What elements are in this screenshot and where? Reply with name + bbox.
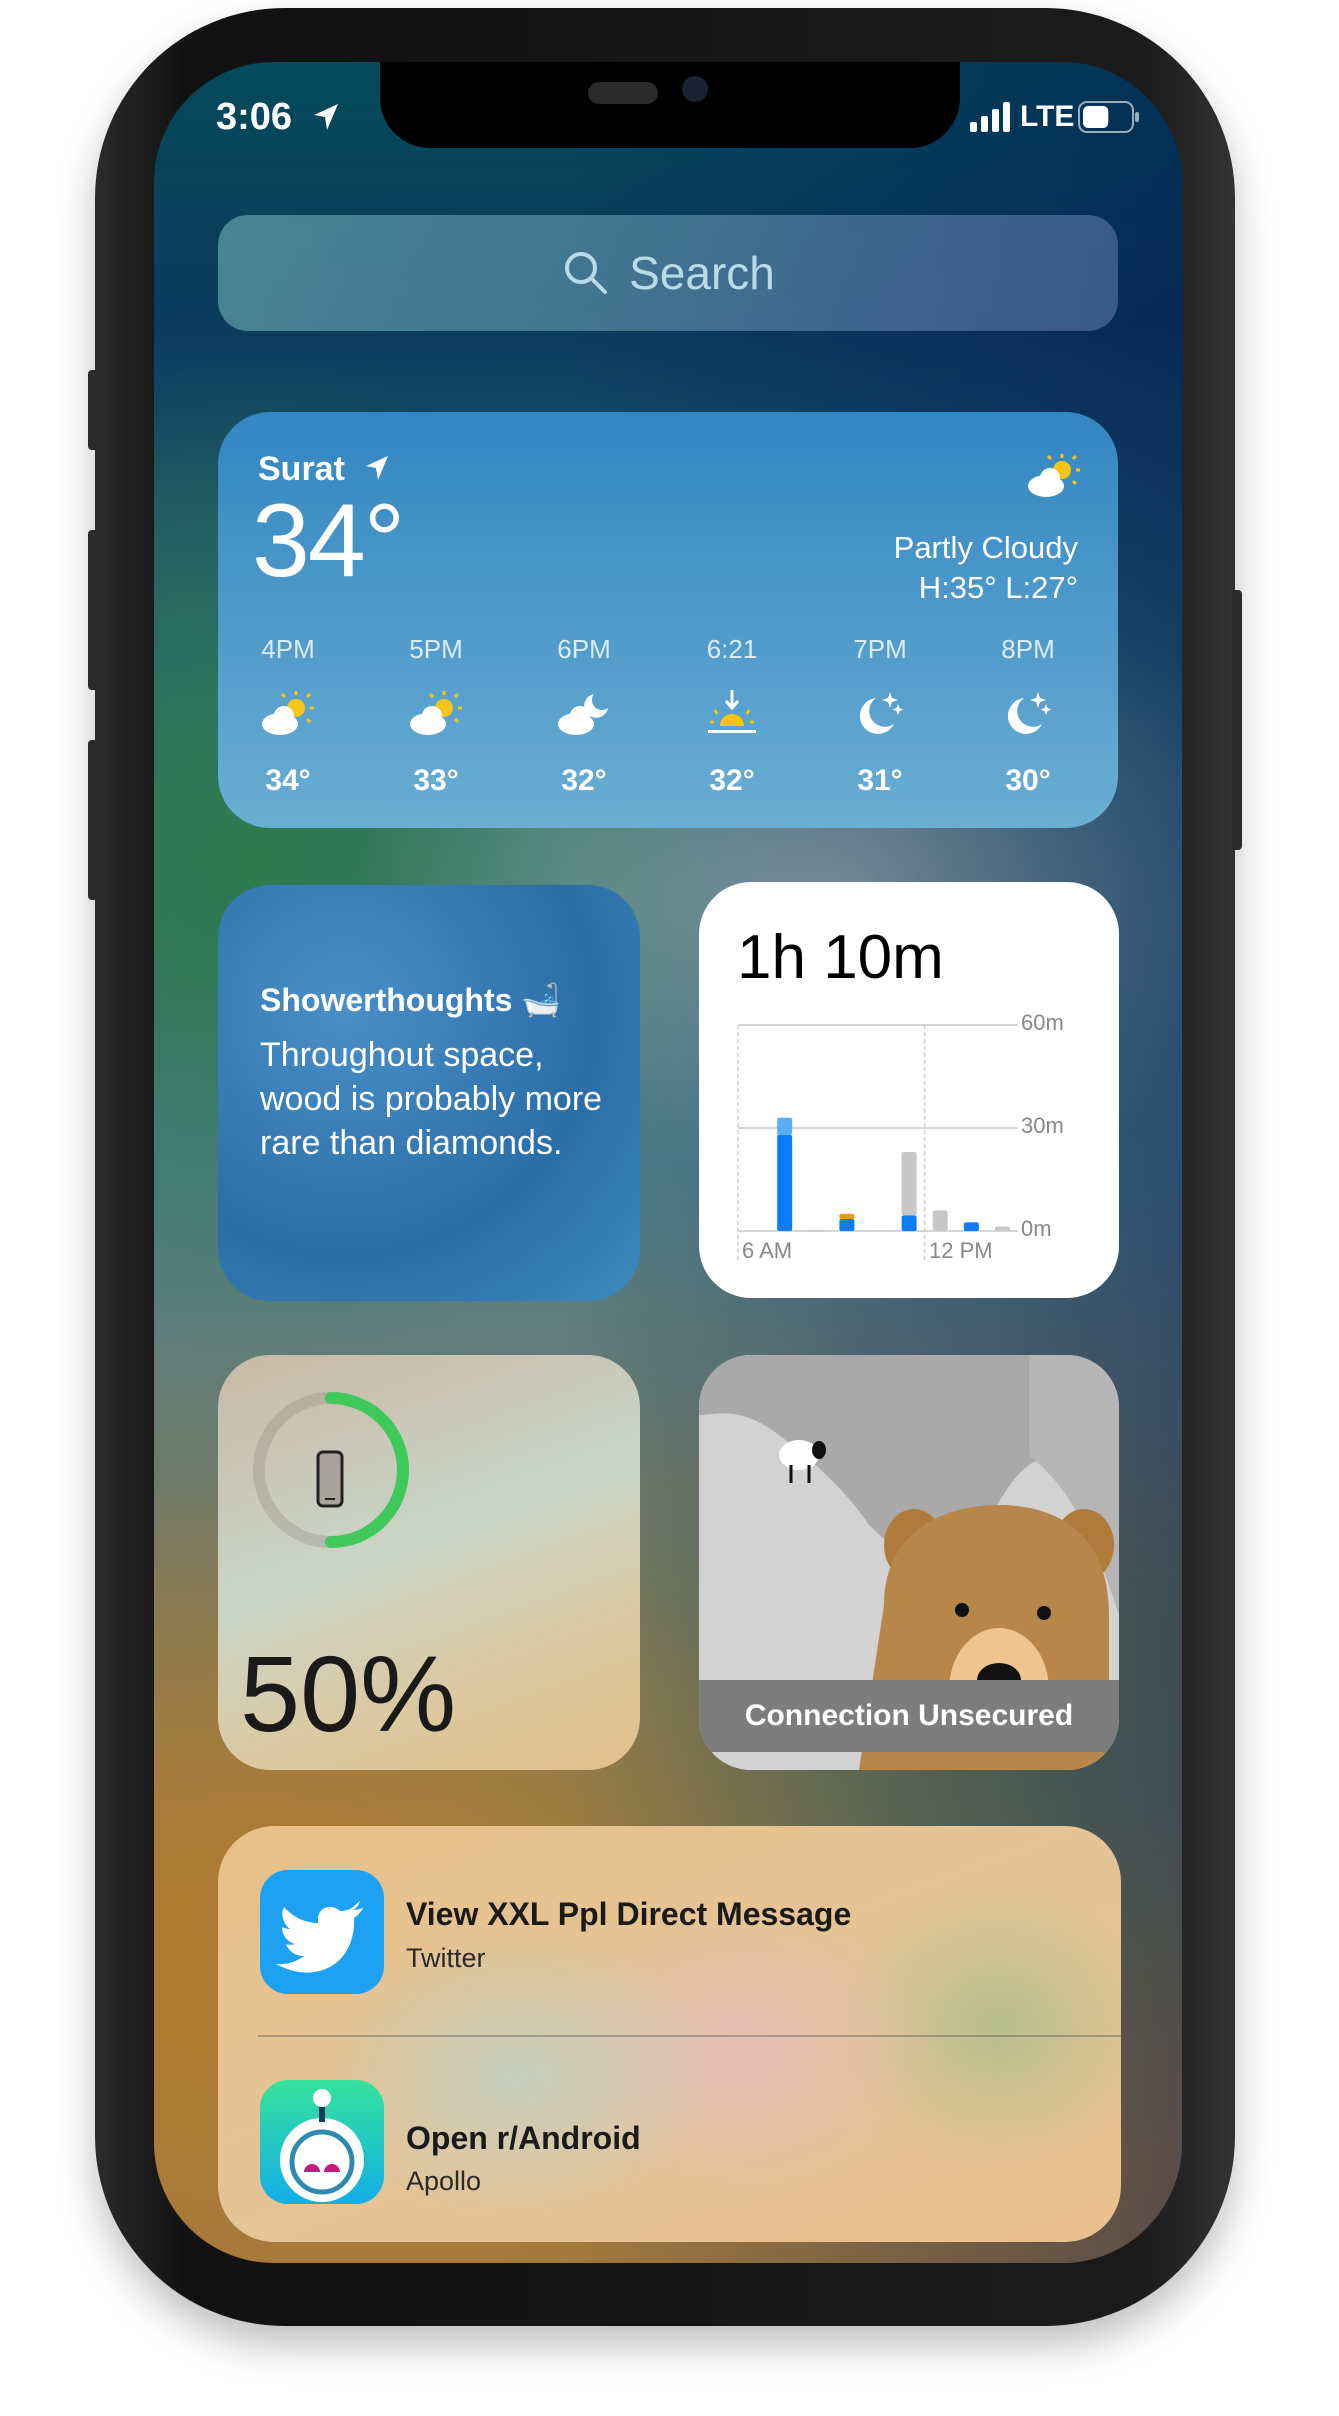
location-arrow-icon bbox=[366, 456, 388, 480]
showerthoughts-title: Showerthoughts 🛁 bbox=[260, 982, 562, 1018]
side-button bbox=[1232, 590, 1242, 850]
volume-down-button bbox=[88, 740, 98, 900]
hourly-time: 5PM bbox=[409, 634, 463, 664]
bar-segment-gray bbox=[901, 1152, 917, 1216]
apollo-robot-icon bbox=[260, 2080, 384, 2204]
iphone-device-icon bbox=[316, 1450, 344, 1508]
weather-condition: Partly Cloudy bbox=[893, 530, 1078, 565]
suggestion-app: Twitter bbox=[406, 1943, 486, 1973]
battery-percent: 50% bbox=[240, 1633, 457, 1754]
partly-cloudy-sun-icon bbox=[386, 688, 486, 738]
hourly-temp: 33° bbox=[413, 764, 459, 797]
bar-segment-gray bbox=[808, 1229, 824, 1232]
volume-up-button bbox=[88, 530, 98, 690]
y-tick-label: 30m bbox=[1021, 1113, 1064, 1138]
bar-segment-blue bbox=[839, 1218, 855, 1231]
partly-cloudy-sun-icon bbox=[1028, 454, 1080, 497]
showerthoughts-widget[interactable]: Showerthoughts 🛁 Throughout space, wood … bbox=[218, 885, 640, 1301]
suggestion-title: View XXL Ppl Direct Message bbox=[406, 1896, 852, 1932]
hourly-temp: 32° bbox=[561, 764, 607, 797]
y-tick-label: 60m bbox=[1021, 1010, 1064, 1035]
suggestion-item[interactable]: View XXL Ppl Direct Message Twitter bbox=[218, 1826, 1121, 2026]
bar-segment-blue bbox=[963, 1222, 979, 1231]
divider bbox=[258, 2035, 1121, 2037]
twitter-bird-icon bbox=[260, 1870, 384, 1994]
showerthoughts-body: Throughout space, wood is probably more … bbox=[260, 1036, 603, 1162]
suggestion-app: Apollo bbox=[406, 2166, 482, 2196]
batteries-widget[interactable]: 50% bbox=[218, 1355, 640, 1770]
x-tick-label: 6 AM bbox=[742, 1238, 793, 1263]
network-type: LTE bbox=[1020, 100, 1075, 133]
bar-segment-blue bbox=[901, 1215, 917, 1231]
cellular-signal-icon bbox=[970, 102, 1010, 132]
hourly-temp: 34° bbox=[265, 764, 311, 797]
weather-temperature: 34° bbox=[252, 483, 405, 599]
bar-segment-orange bbox=[839, 1213, 855, 1219]
hourly-temp: 30° bbox=[1005, 764, 1051, 797]
screen-time-chart bbox=[737, 1024, 1018, 1261]
y-tick-label: 0m bbox=[1021, 1216, 1052, 1241]
battery-icon bbox=[1078, 101, 1139, 133]
partly-cloudy-moon-icon bbox=[534, 688, 634, 738]
siri-suggestions-widget: View XXL Ppl Direct Message Twitter Open… bbox=[218, 1826, 1121, 2242]
search-placeholder: Search bbox=[629, 247, 775, 299]
suggestion-item[interactable]: Open r/Android Apollo bbox=[218, 2038, 1121, 2242]
status-time: 3:06 bbox=[216, 96, 293, 138]
silent-switch bbox=[88, 370, 98, 450]
hourly-time: 4PM bbox=[261, 634, 315, 664]
notch bbox=[380, 62, 960, 148]
hourly-time: 7PM bbox=[853, 634, 907, 664]
suggestion-title: Open r/Android bbox=[406, 2120, 641, 2156]
search-bar[interactable]: Search bbox=[218, 215, 1118, 331]
search-icon bbox=[565, 252, 608, 294]
bar-segment-gray bbox=[932, 1210, 948, 1231]
hourly-time: 6PM bbox=[557, 634, 611, 664]
location-arrow-icon bbox=[314, 104, 338, 130]
hourly-time: 8PM bbox=[1001, 634, 1055, 664]
bar-segment-gray bbox=[994, 1226, 1010, 1231]
tunnelbear-widget[interactable]: Connection Unsecured bbox=[699, 1355, 1119, 1770]
hourly-temp: 32° bbox=[709, 764, 755, 797]
bar-segment-light-blue bbox=[777, 1117, 793, 1135]
weather-high-low: H:35° L:27° bbox=[918, 570, 1078, 605]
sunset-icon bbox=[682, 688, 782, 738]
bar-segment-blue bbox=[777, 1134, 793, 1231]
hourly-time: 6:21 bbox=[706, 634, 758, 664]
hourly-temp: 31° bbox=[857, 764, 903, 797]
screen-time-widget[interactable]: 1h 10m 60m 30m 0m 6 AM 12 PM bbox=[699, 882, 1119, 1298]
moon-stars-icon bbox=[830, 688, 930, 738]
x-tick-label: 12 PM bbox=[929, 1238, 993, 1263]
connection-status-banner: Connection Unsecured bbox=[699, 1680, 1119, 1752]
moon-stars-icon bbox=[978, 688, 1078, 738]
weather-widget[interactable]: Surat 34° Partly Cloudy H:35° L:27° 4PM … bbox=[218, 412, 1118, 828]
partly-cloudy-sun-icon bbox=[238, 688, 338, 738]
